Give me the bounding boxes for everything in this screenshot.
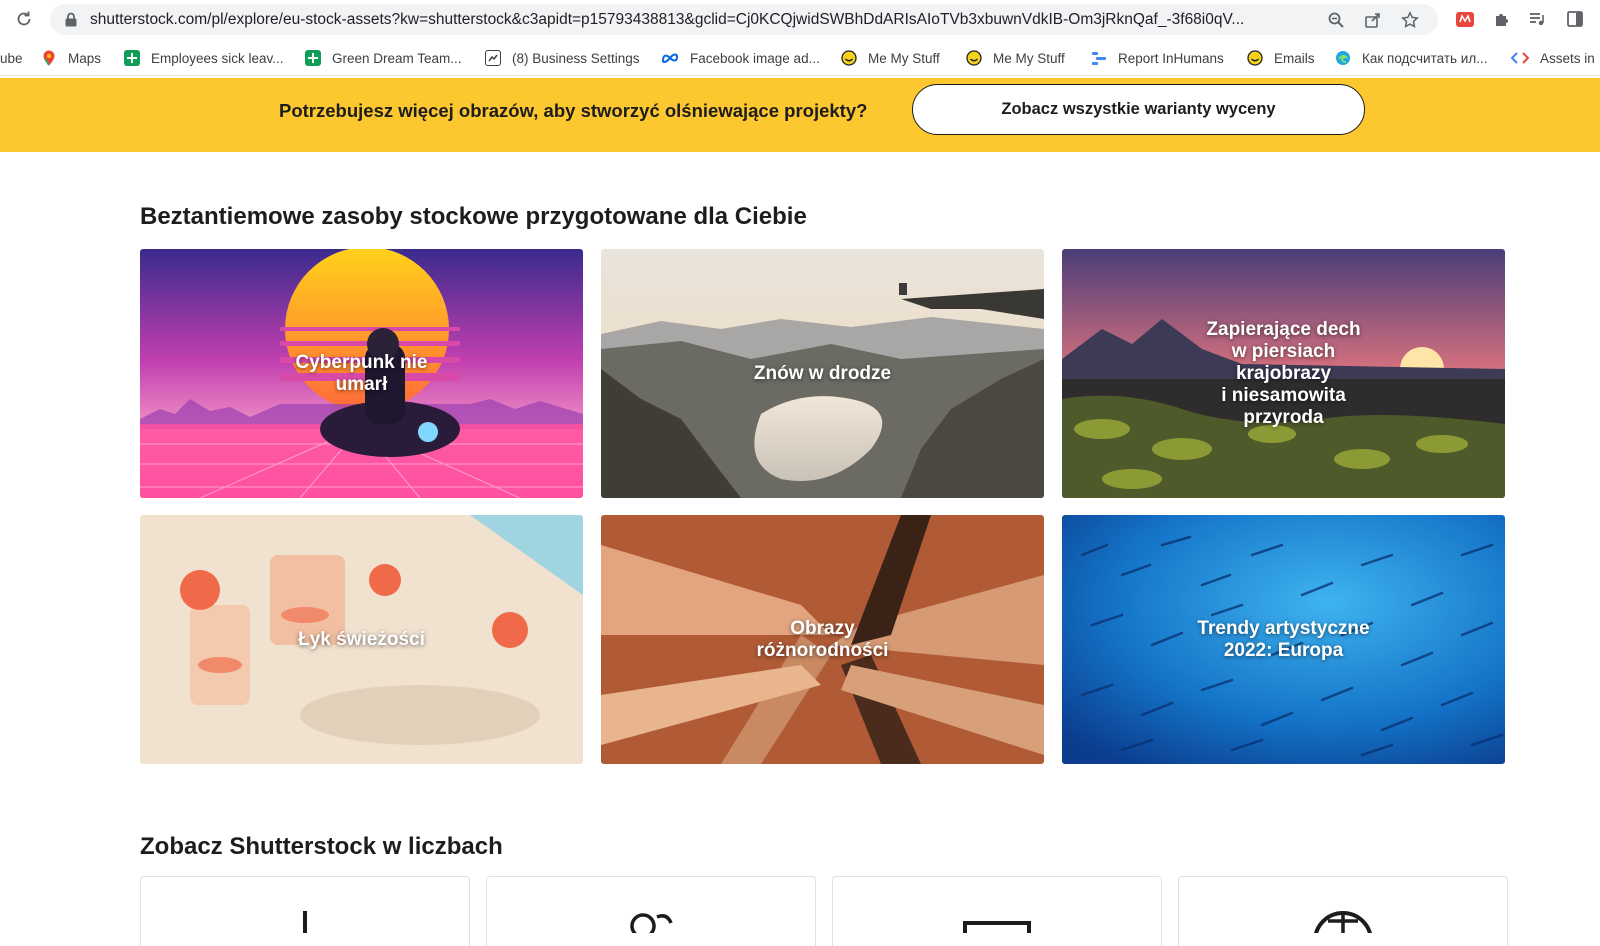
tile-caption-text: Łyk świeżości [298, 628, 425, 650]
business-icon [485, 50, 501, 66]
star-icon[interactable] [1400, 10, 1420, 30]
tile-caption-text: Obrazy różnorodności [756, 617, 889, 661]
sheets-icon [305, 50, 321, 66]
collection-tile-diversity[interactable]: Obrazy różnorodności [601, 515, 1044, 764]
stat-card-users [486, 876, 816, 946]
bookmark-label: ube [0, 50, 23, 66]
smiley-icon [966, 50, 982, 66]
bookmark-label: (8) Business Settings [512, 50, 640, 66]
tile-caption-text: Zapierające dech w piersiach krajobrazy … [1206, 318, 1361, 428]
reload-icon[interactable] [12, 7, 36, 31]
promo-banner: Potrzebujesz więcej obrazów, aby stworzy… [0, 78, 1600, 152]
bookmark-emails[interactable]: Emails [1247, 48, 1315, 68]
smiley-icon [841, 50, 857, 66]
browser-toolbar: shutterstock.com/pl/explore/eu-stock-ass… [0, 0, 1600, 38]
bookmark-label: Green Dream Team... [332, 50, 462, 66]
bookmark-employees-sick-leave[interactable]: Employees sick leav... [124, 48, 284, 68]
collection-tile-art-trends-2022[interactable]: Trendy artystyczne 2022: Europa [1062, 515, 1505, 764]
lock-icon[interactable] [64, 12, 78, 27]
zoom-icon[interactable] [1326, 10, 1346, 30]
stat-card-devices [832, 876, 1162, 946]
meta-icon [661, 50, 679, 66]
stat-card-countries [1178, 876, 1508, 946]
share-icon[interactable] [1363, 10, 1383, 30]
image-count-icon [141, 911, 469, 933]
bookmarks-bar: ube Maps Employees sick leav... Green Dr… [0, 40, 1600, 76]
tile-caption-text: Cyberpunk nie umarł [295, 351, 428, 395]
tile-caption: Zapierające dech w piersiach krajobrazy … [1062, 249, 1505, 498]
bookmark-label: Emails [1274, 50, 1315, 66]
monitor-icon [833, 911, 1161, 933]
globe-icon [1179, 911, 1507, 933]
collection-tile-cyberpunk[interactable]: Cyberpunk nie umarł [140, 249, 583, 498]
bookmark-green-dream-team[interactable]: Green Dream Team... [305, 48, 462, 68]
collection-tile-sip-of-freshness[interactable]: Łyk świeżości [140, 515, 583, 764]
puzzle-icon[interactable] [1492, 9, 1512, 29]
maps-icon [41, 50, 57, 66]
tile-caption: Trendy artystyczne 2022: Europa [1062, 515, 1505, 764]
tile-caption-text: Trendy artystyczne 2022: Europa [1197, 617, 1370, 661]
tile-caption: Cyberpunk nie umarł [140, 249, 583, 498]
smiley-icon [1247, 50, 1263, 66]
bookmark-me-my-stuff-2[interactable]: Me My Stuff [966, 48, 1065, 68]
bookmark-label: Как подсчитать ил... [1362, 50, 1488, 66]
bookmark-label: Me My Stuff [993, 50, 1065, 66]
users-icon [487, 911, 815, 933]
bookmark-business-settings[interactable]: (8) Business Settings [485, 48, 640, 68]
sheets-icon [124, 50, 140, 66]
extension-app-icon[interactable] [1455, 9, 1475, 29]
edge-icon [1335, 50, 1351, 66]
bookmark-label: Maps [68, 50, 102, 66]
tile-caption: Łyk świeżości [140, 515, 583, 764]
bookmark-label: Facebook image ad... [690, 50, 820, 66]
url-text[interactable]: shutterstock.com/pl/explore/eu-stock-ass… [90, 11, 1360, 29]
collection-tile-breathtaking-landscapes[interactable]: Zapierające dech w piersiach krajobrazy … [1062, 249, 1505, 498]
sidepanel-icon[interactable] [1565, 9, 1585, 29]
stat-card-images [140, 876, 470, 946]
bookmark-maps[interactable]: Maps [41, 48, 101, 68]
bookmark-label: Report InHumans [1118, 50, 1224, 66]
media-icon[interactable] [1527, 9, 1547, 29]
bookmark-label: Me My Stuff [868, 50, 940, 66]
collection-tile-on-the-road[interactable]: Znów w drodze [601, 249, 1044, 498]
bookmark-report-inhumans[interactable]: Report InHumans [1091, 48, 1224, 68]
tile-caption: Obrazy różnorodności [601, 515, 1044, 764]
code-icon [1511, 50, 1529, 66]
bookmark-assets-in[interactable]: Assets in [1511, 48, 1595, 68]
report-icon [1091, 50, 1107, 66]
stats-title: Zobacz Shutterstock w liczbach [140, 833, 503, 860]
tile-caption-text: Znów w drodze [753, 362, 892, 384]
promo-text: Potrzebujesz więcej obrazów, aby stworzy… [279, 100, 868, 121]
address-bar[interactable]: shutterstock.com/pl/explore/eu-stock-ass… [50, 4, 1438, 35]
view-pricing-button[interactable]: Zobacz wszystkie warianty wyceny [912, 84, 1365, 135]
bookmark-label: Employees sick leav... [151, 50, 284, 66]
tile-caption: Znów w drodze [601, 249, 1044, 498]
bookmark-russian-article[interactable]: Как подсчитать ил... [1335, 48, 1487, 68]
bookmark-facebook-image-ad[interactable]: Facebook image ad... [661, 48, 820, 68]
collections-title: Beztantiemowe zasoby stockowe przygotowa… [140, 203, 807, 230]
bookmark-me-my-stuff[interactable]: Me My Stuff [841, 48, 940, 68]
bookmark-youtube[interactable]: ube [0, 48, 23, 68]
bookmark-label: Assets in [1540, 50, 1595, 66]
